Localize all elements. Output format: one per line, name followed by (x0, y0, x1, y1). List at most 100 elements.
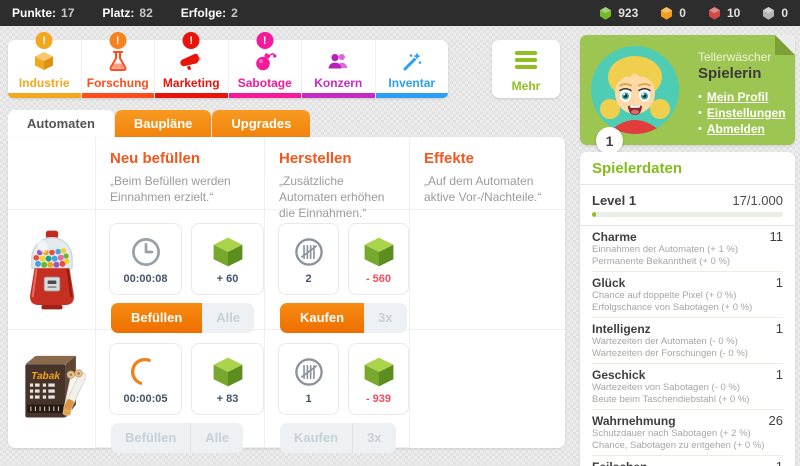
nav-item-marketing[interactable]: ! Marketing (155, 32, 229, 98)
clock-icon (131, 237, 160, 266)
stat-effect-line: Chance, Sabotagen zu entgehen (+ 0 %) (592, 439, 765, 451)
gumball-machine-image (8, 210, 96, 330)
refill-column-header: Neu befüllen „Beim Befüllen werden Einna… (96, 137, 265, 210)
gumball-refill-cell: 00:00:08 + 60 Befüllen Alle (96, 210, 265, 333)
gumball-effects-cell (410, 210, 565, 330)
green-cube-icon (213, 357, 242, 386)
rank-value: 82 (139, 6, 153, 20)
nav-item-sabotage[interactable]: ! Sabotage (228, 32, 302, 98)
stat-glueck: Glück 1 Chance auf doppelte Pixel (+ 0 %… (592, 272, 783, 318)
nav-label-sabotage: Sabotage (237, 76, 292, 90)
stat-effect-line: Wartezeiten der Forschungen (- 0 %) (592, 347, 748, 359)
stat-value: 1 (775, 275, 783, 290)
tobacco-refill-timer-card: 00:00:05 (109, 343, 182, 415)
rank-stat: Platz: 82 (102, 6, 152, 20)
stat-name: Feilschen (592, 460, 647, 466)
nav-label-forschung: Forschung (86, 76, 149, 90)
green-pixel-count: 923 (618, 6, 639, 20)
nav-item-forschung[interactable]: ! Forschung (81, 32, 155, 98)
stat-name: Charme (592, 230, 637, 244)
inventar-underline (375, 93, 448, 98)
gumball-machine-count: 2 (305, 272, 312, 285)
stat-intelligenz: Intelligenz 1 Wartezeiten der Automaten … (592, 318, 783, 364)
automaten-panel: Neu befüllen „Beim Befüllen werden Einna… (8, 137, 565, 453)
stat-effect-line: Erfolgschance von Sabotagen (+ 0 %) (592, 301, 753, 313)
stat-effect-line: Wartezeiten der Automaten (- 0 %) (592, 336, 738, 347)
stat-value: 1 (775, 367, 783, 382)
green-cube-icon (213, 237, 242, 266)
stat-effect-line: Permanente Bekanntheit (+ 0 %) (592, 255, 731, 267)
forschung-notification-badge: ! (109, 32, 127, 49)
gumball-produce-cell: 2 - 560 Kaufen 3x (265, 210, 410, 333)
bomb-icon (253, 48, 277, 74)
nav-item-inventar[interactable]: Inventar (375, 40, 448, 98)
more-button-label: Mehr (511, 79, 541, 93)
profile-card: 1 Tellerwäscher Spielerin • Mein Profil … (580, 35, 795, 154)
marketing-underline (155, 93, 228, 98)
flask-icon (106, 48, 130, 74)
more-button[interactable]: Mehr (492, 40, 560, 98)
profile-link-row: • Mein Profil (698, 89, 786, 105)
points-label: Punkte: (12, 6, 57, 20)
mein-profil-link[interactable]: Mein Profil (707, 89, 768, 105)
tobacco-3x-button[interactable]: 3x (352, 423, 396, 453)
gumball-3x-button[interactable]: 3x (364, 303, 407, 333)
achievements-value: 2 (231, 6, 238, 20)
tobacco-cost-card: - 939 (348, 343, 409, 415)
sub-tabs: Automaten Baupläne Upgrades (8, 110, 311, 137)
tobacco-kaufen-button[interactable]: Kaufen (280, 423, 353, 453)
gumball-refill-buttons: Befüllen Alle (111, 303, 255, 333)
industrie-notification-badge: ! (35, 32, 53, 49)
nav-item-konzern[interactable]: Konzern (302, 40, 376, 98)
divider (580, 184, 795, 185)
points-value: 17 (61, 6, 75, 20)
tobacco-count-card: 1 (278, 343, 339, 415)
wand-icon (400, 48, 424, 74)
tab-upgrades[interactable]: Upgrades (212, 110, 311, 137)
countdown-arc-icon (130, 357, 151, 385)
bullet: • (698, 91, 702, 103)
stat-effect-line: Chance auf doppelte Pixel (+ 0 %) (592, 290, 737, 301)
produce-title: Herstellen (279, 150, 352, 167)
topbar: Punkte: 17 Platz: 82 Erfolge: 2 923 0 10… (0, 0, 800, 26)
stat-effect-line: Beute beim Taschendiebstahl (+ 0 %) (592, 393, 750, 405)
stat-value: 1 (776, 459, 783, 466)
tobacco-income-value: + 83 (216, 392, 239, 405)
tobacco-effects-cell (410, 330, 565, 448)
marketing-notification-badge: ! (182, 32, 200, 49)
einstellungen-link[interactable]: Einstellungen (707, 105, 786, 121)
tab-bauplaene[interactable]: Baupläne (114, 110, 212, 137)
refill-quote: „Beim Befüllen werden Einnahmen erzielt.… (110, 174, 231, 204)
gumball-alle-button[interactable]: Alle (202, 303, 255, 333)
svg-text:Tabak: Tabak (31, 371, 61, 382)
stat-name: Wahrnehmung (592, 414, 676, 428)
gumball-cost-value: - 560 (365, 272, 392, 285)
silver-pixel-icon (763, 6, 775, 20)
stat-value: 11 (769, 229, 784, 244)
bullet: • (698, 123, 702, 135)
gumball-kaufen-button[interactable]: Kaufen (280, 303, 365, 333)
gumball-befuellen-button[interactable]: Befüllen (111, 303, 203, 333)
effects-title: Effekte (424, 150, 475, 167)
main-nav: ! Industrie ! Forschung ! Marketing ! Sa… (8, 32, 448, 98)
tally-icon (294, 357, 323, 386)
gumball-cost-card: - 560 (348, 223, 409, 295)
tobacco-alle-button[interactable]: Alle (190, 423, 244, 453)
tobacco-machine-image: Tabak (8, 330, 96, 448)
tobacco-machine-count: 1 (305, 392, 312, 405)
konzern-underline (302, 93, 375, 98)
stat-name: Intelligenz (592, 322, 651, 336)
stat-wahrnehmung: Wahrnehmung 26 Schutzdauer nach Sabotage… (592, 410, 783, 456)
tab-automaten[interactable]: Automaten (8, 110, 114, 137)
player-rank: Tellerwäscher (698, 50, 772, 64)
gumball-income-card: + 60 (191, 223, 264, 295)
tobacco-befuellen-button[interactable]: Befüllen (111, 423, 191, 453)
orange-pixel-count: 0 (679, 6, 686, 20)
nav-label-industrie: Industrie (18, 76, 70, 90)
stat-charme: Charme 11 Einnahmen der Automaten (+ 1 %… (592, 226, 783, 272)
tobacco-cost-value: - 939 (365, 392, 392, 405)
abmelden-link[interactable]: Abmelden (707, 121, 765, 137)
nav-label-konzern: Konzern (314, 76, 363, 90)
stat-value: 1 (775, 321, 783, 336)
nav-item-industrie[interactable]: ! Industrie (8, 32, 82, 98)
